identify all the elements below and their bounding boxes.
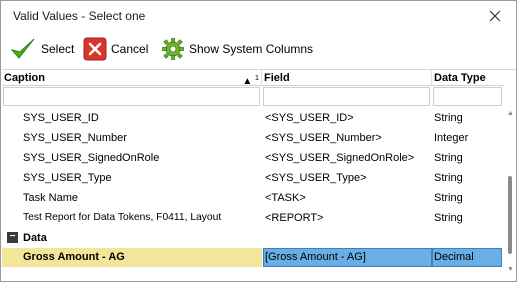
column-header-field[interactable]: Field — [262, 70, 432, 86]
table-row[interactable]: Task Name <TASK> String — [2, 188, 502, 208]
show-system-columns-label: Show System Columns — [189, 42, 314, 56]
toolbar: Select Cancel Show System Columns — [1, 34, 516, 66]
data-type-filter-input[interactable] — [433, 87, 502, 106]
selected-table-row[interactable]: Gross Amount - AG [Gross Amount - AG] De… — [2, 248, 502, 267]
field-cell: <SYS_USER_Number> — [265, 132, 382, 144]
data-type-cell: String — [434, 152, 463, 164]
filter-row — [2, 87, 502, 107]
valid-values-dialog: Valid Values - Select one Select Cancel — [0, 0, 517, 282]
scrollbar-thumb[interactable] — [508, 176, 512, 254]
table-row[interactable]: SYS_USER_Number <SYS_USER_Number> Intege… — [2, 128, 502, 148]
show-system-columns-button[interactable]: Show System Columns — [161, 34, 313, 64]
grid-header: Caption ▲ 1 Field Data Type — [2, 70, 516, 87]
group-label: Data — [23, 232, 47, 244]
select-label: Select — [41, 42, 75, 56]
values-grid: Caption ▲ 1 Field Data Type SYS_USER_ID … — [2, 69, 516, 281]
select-button[interactable]: Select — [9, 34, 74, 64]
data-type-cell: Integer — [434, 132, 469, 144]
caption-cell: SYS_USER_ID — [23, 112, 99, 124]
column-header-field-label: Field — [264, 72, 290, 84]
data-type-cell: String — [434, 172, 463, 184]
data-type-cell: String — [434, 112, 463, 124]
field-cell: <REPORT> — [265, 212, 324, 224]
group-row-data[interactable]: − Data — [2, 229, 502, 247]
caption-cell: SYS_USER_Type — [23, 172, 112, 184]
field-cell: [Gross Amount - AG] — [265, 251, 366, 263]
column-header-data-type[interactable]: Data Type — [432, 70, 504, 86]
checkmark-icon — [10, 38, 35, 59]
table-row[interactable]: SYS_USER_ID <SYS_USER_ID> String — [2, 108, 502, 128]
column-header-caption[interactable]: Caption ▲ 1 — [2, 70, 262, 87]
close-icon — [489, 10, 501, 22]
data-type-cell: Decimal — [434, 251, 474, 263]
field-cell: <TASK> — [265, 192, 306, 204]
window-title: Valid Values - Select one — [13, 9, 146, 23]
cancel-label: Cancel — [111, 42, 149, 56]
gear-icon — [162, 38, 184, 60]
column-header-caption-label: Caption — [4, 72, 45, 84]
table-row[interactable]: SYS_USER_SignedOnRole <SYS_USER_SignedOn… — [2, 148, 502, 168]
data-type-cell: String — [434, 212, 463, 224]
field-cell: <SYS_USER_ID> — [265, 112, 354, 124]
scroll-down-arrow-icon[interactable]: ▼ — [507, 266, 514, 273]
cancel-button[interactable]: Cancel — [83, 34, 148, 64]
caption-filter-input[interactable] — [3, 87, 260, 106]
data-type-cell: String — [434, 192, 463, 204]
field-cell: <SYS_USER_SignedOnRole> — [265, 152, 415, 164]
title-bar: Valid Values - Select one — [1, 1, 516, 31]
field-cell: <SYS_USER_Type> — [265, 172, 367, 184]
sort-ascending-icon: ▲ — [242, 76, 253, 87]
caption-cell: Gross Amount - AG — [23, 251, 125, 263]
collapse-icon[interactable]: − — [7, 232, 18, 243]
column-header-data-type-label: Data Type — [434, 72, 486, 84]
caption-cell: Test Report for Data Tokens, F0411, Layo… — [23, 212, 222, 223]
scroll-up-arrow-icon[interactable]: ▲ — [507, 110, 514, 117]
caption-cell: SYS_USER_SignedOnRole — [23, 152, 160, 164]
caption-cell: SYS_USER_Number — [23, 132, 127, 144]
close-button[interactable] — [484, 5, 506, 27]
sort-order-number: 1 — [254, 73, 259, 82]
field-filter-input[interactable] — [263, 87, 430, 106]
table-row[interactable]: SYS_USER_Type <SYS_USER_Type> String — [2, 168, 502, 188]
caption-cell: Task Name — [23, 192, 79, 204]
table-row[interactable]: Test Report for Data Tokens, F0411, Layo… — [2, 208, 502, 228]
cancel-x-icon — [83, 37, 107, 61]
